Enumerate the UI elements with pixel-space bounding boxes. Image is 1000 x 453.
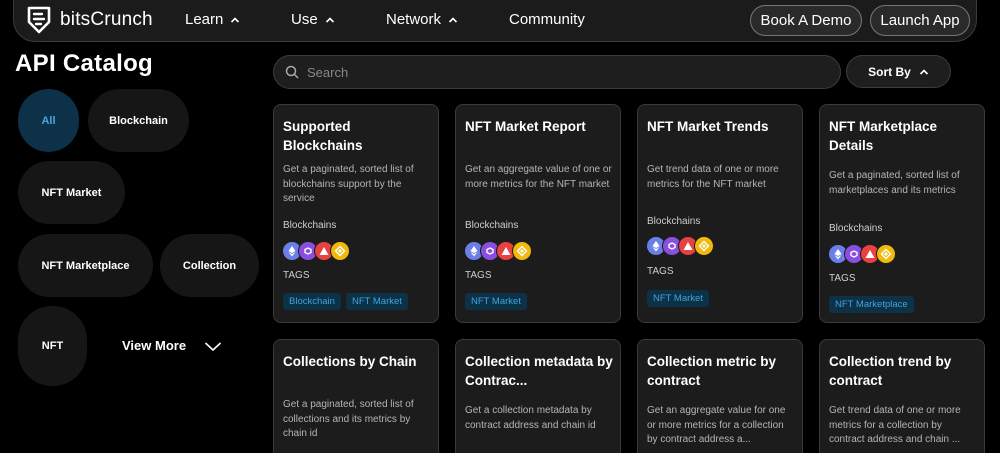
api-card-collection-trend[interactable]: Collection trend by contract Get trend d… bbox=[819, 339, 985, 453]
card-description: Get trend data of one or more metrics fo… bbox=[647, 164, 779, 190]
chain-icons bbox=[828, 244, 896, 264]
card-chains-label: Blockchains bbox=[829, 223, 883, 234]
bnb-icon bbox=[876, 244, 896, 264]
api-card-nft-market-report[interactable]: NFT Market Report Get an aggregate value… bbox=[455, 104, 621, 323]
api-card-collection-metadata[interactable]: Collection metadata by Contrac... Get a … bbox=[455, 339, 621, 453]
nav-use-label: Use bbox=[291, 11, 318, 28]
tag-badge[interactable]: NFT Market bbox=[465, 293, 527, 310]
nav-use[interactable]: Use bbox=[291, 11, 335, 28]
search-input[interactable] bbox=[307, 64, 807, 80]
card-title: NFT Market Report bbox=[465, 119, 586, 134]
api-card-collection-metric[interactable]: Collection metric by contract Get an agg… bbox=[637, 339, 803, 453]
sort-by-button[interactable]: Sort By bbox=[846, 55, 951, 88]
filter-blockchain[interactable]: Blockchain bbox=[88, 89, 189, 152]
card-description: Get an aggregate value for one or more m… bbox=[647, 405, 786, 445]
card-description: Get a paginated, sorted list of marketpl… bbox=[829, 170, 960, 196]
card-title: Collections by Chain bbox=[283, 354, 417, 369]
card-tags: Blockchain NFT Market bbox=[283, 293, 408, 310]
card-tags-label: TAGS bbox=[465, 270, 492, 281]
filter-nft[interactable]: NFT bbox=[18, 306, 87, 386]
card-tags: NFT Market bbox=[465, 293, 527, 310]
brand-logo[interactable]: bitsCrunch bbox=[26, 6, 153, 34]
nav-network[interactable]: Network bbox=[386, 11, 458, 28]
card-description: Get trend data of one or more metrics fo… bbox=[829, 405, 961, 445]
chain-icons bbox=[282, 241, 350, 261]
chevron-up-icon bbox=[325, 16, 334, 23]
chevron-up-icon bbox=[919, 68, 928, 75]
sort-by-label: Sort By bbox=[868, 64, 911, 79]
tag-badge[interactable]: NFT Marketplace bbox=[829, 296, 914, 313]
api-card-collections-by-chain[interactable]: Collections by Chain Get a paginated, so… bbox=[273, 339, 439, 453]
card-tags-label: TAGS bbox=[829, 273, 856, 284]
chain-icons bbox=[646, 236, 714, 256]
filter-nft-marketplace[interactable]: NFT Marketplace bbox=[18, 234, 153, 297]
api-card-nft-marketplace-details[interactable]: NFT Marketplace Details Get a paginated,… bbox=[819, 104, 985, 323]
card-tags-label: TAGS bbox=[283, 270, 310, 281]
page-title: API Catalog bbox=[15, 50, 153, 77]
api-card-nft-market-trends[interactable]: NFT Market Trends Get trend data of one … bbox=[637, 104, 803, 323]
nav-community-label: Community bbox=[509, 11, 585, 28]
chain-icons bbox=[464, 241, 532, 261]
top-navbar: bitsCrunch Learn Use Network Community B… bbox=[13, 0, 977, 42]
card-title: Supported Blockchains bbox=[283, 119, 363, 153]
filter-nft-market[interactable]: NFT Market bbox=[18, 161, 125, 224]
launch-app-button[interactable]: Launch App bbox=[870, 5, 970, 36]
brand-name: bitsCrunch bbox=[60, 9, 153, 30]
card-description: Get a paginated, sorted list of collecti… bbox=[283, 399, 414, 439]
bitscrunch-logo-icon bbox=[27, 6, 51, 34]
card-description: Get a paginated, sorted list of blockcha… bbox=[283, 164, 414, 204]
card-title: NFT Market Trends bbox=[647, 119, 769, 134]
search-icon bbox=[285, 65, 299, 79]
card-title: Collection metric by contract bbox=[647, 354, 777, 388]
card-chains-label: Blockchains bbox=[283, 220, 337, 231]
tag-badge[interactable]: Blockchain bbox=[283, 293, 341, 310]
card-chains-label: Blockchains bbox=[465, 220, 519, 231]
card-title: Collection trend by contract bbox=[829, 354, 952, 388]
card-description: Get a collection metadata by contract ad… bbox=[465, 405, 596, 431]
chevron-up-icon bbox=[231, 16, 240, 23]
view-more-label: View More bbox=[122, 338, 187, 353]
card-chains-label: Blockchains bbox=[647, 216, 701, 227]
nav-learn-label: Learn bbox=[185, 11, 224, 28]
card-tags-label: TAGS bbox=[647, 266, 674, 277]
card-title: Collection metadata by Contrac... bbox=[465, 354, 613, 388]
nav-community[interactable]: Community bbox=[509, 11, 585, 28]
card-tags: NFT Marketplace bbox=[829, 296, 914, 313]
book-demo-button[interactable]: Book A Demo bbox=[750, 5, 862, 36]
filter-all[interactable]: All bbox=[18, 89, 79, 152]
chevron-up-icon bbox=[448, 16, 458, 23]
view-more-button[interactable]: View More bbox=[122, 338, 222, 353]
tag-badge[interactable]: NFT Market bbox=[345, 293, 408, 310]
bnb-icon bbox=[694, 236, 714, 256]
nav-network-label: Network bbox=[386, 11, 442, 28]
card-title: NFT Marketplace Details bbox=[829, 119, 938, 153]
nav-learn[interactable]: Learn bbox=[185, 11, 240, 28]
tag-badge[interactable]: NFT Market bbox=[647, 290, 709, 307]
api-card-supported-blockchains[interactable]: Supported Blockchains Get a paginated, s… bbox=[273, 104, 439, 323]
card-description: Get an aggregate value of one or more me… bbox=[465, 164, 612, 190]
chevron-down-icon bbox=[205, 341, 222, 351]
bnb-icon bbox=[512, 241, 532, 261]
bnb-icon bbox=[330, 241, 350, 261]
search-bar bbox=[273, 55, 841, 89]
card-tags: NFT Market bbox=[647, 290, 709, 307]
filter-collection[interactable]: Collection bbox=[160, 234, 259, 297]
